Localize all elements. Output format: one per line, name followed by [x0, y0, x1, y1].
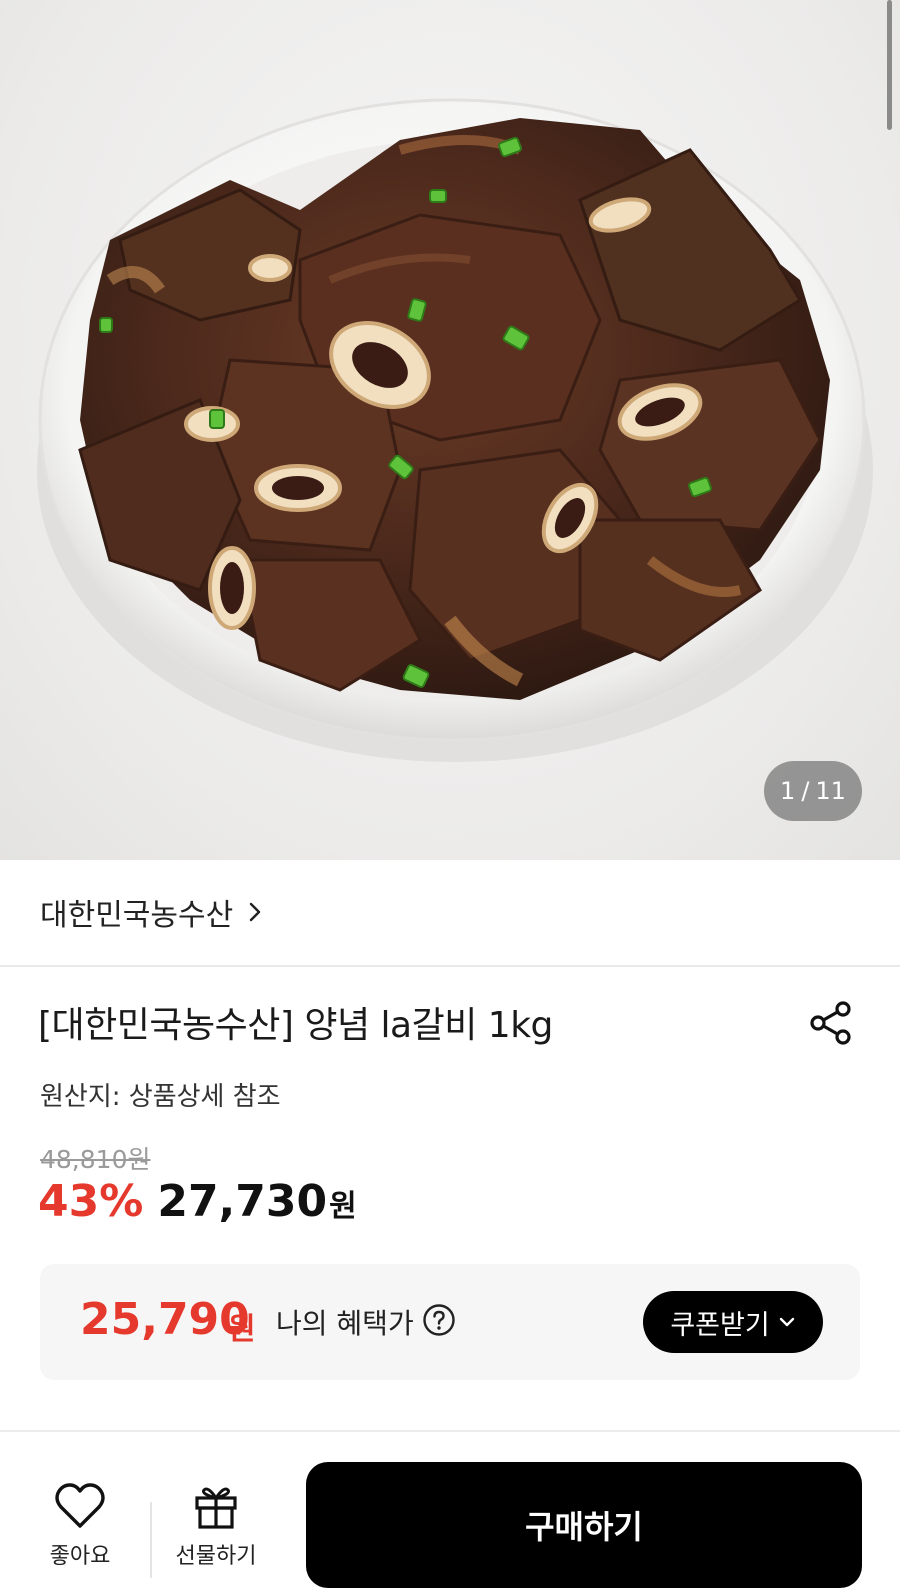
sale-price: 27,730	[157, 1176, 328, 1227]
benefit-price-box: 25,790 원 나의 혜택가 쿠폰받기	[40, 1264, 860, 1380]
origin-info: 원산지: 상품상세 참조	[40, 1082, 281, 1112]
seller-name: 대한민국농수산	[40, 898, 234, 933]
product-photo	[37, 98, 873, 762]
heart-icon	[55, 1483, 105, 1528]
divider	[0, 965, 900, 967]
like-label: 좋아요	[49, 1544, 111, 1569]
original-price: 48,810원	[40, 1145, 151, 1174]
price-row: 43% 27,730 원	[38, 1176, 357, 1236]
coupon-button[interactable]: 쿠폰받기	[643, 1291, 823, 1353]
buy-button[interactable]: 구매하기	[306, 1462, 862, 1588]
chevron-down-icon	[779, 1317, 794, 1327]
gift-label: 선물하기	[175, 1544, 257, 1569]
gift-icon	[195, 1487, 237, 1529]
benefit-price-unit: 원	[228, 1312, 256, 1347]
benefit-price: 25,790	[80, 1294, 250, 1345]
product-title: [대한민국농수산] 양념 la갈비 1kg	[38, 1005, 553, 1046]
image-counter-separator: /	[801, 777, 810, 805]
chevron-right-icon	[250, 902, 261, 922]
coupon-button-label: 쿠폰받기	[670, 1309, 770, 1341]
seller-link[interactable]: 대한민국농수산	[40, 890, 267, 934]
image-counter-total: 11	[815, 777, 846, 805]
share-icon[interactable]	[808, 1000, 854, 1046]
gift-button[interactable]: 선물하기	[170, 1482, 262, 1572]
buy-button-label: 구매하기	[525, 1508, 643, 1546]
sale-price-unit: 원	[329, 1189, 357, 1224]
image-counter: 1 / 11	[764, 761, 862, 821]
benefit-label: 나의 혜택가	[276, 1307, 414, 1340]
question-circle-icon[interactable]	[422, 1303, 456, 1337]
image-counter-current: 1	[780, 777, 796, 805]
bar-separator	[150, 1502, 152, 1578]
like-button[interactable]: 좋아요	[40, 1482, 120, 1572]
discount-rate: 43%	[38, 1176, 144, 1227]
product-image-carousel[interactable]: 1 / 11	[0, 0, 900, 860]
divider	[0, 1430, 900, 1432]
scrollbar-thumb[interactable]	[887, 0, 892, 130]
